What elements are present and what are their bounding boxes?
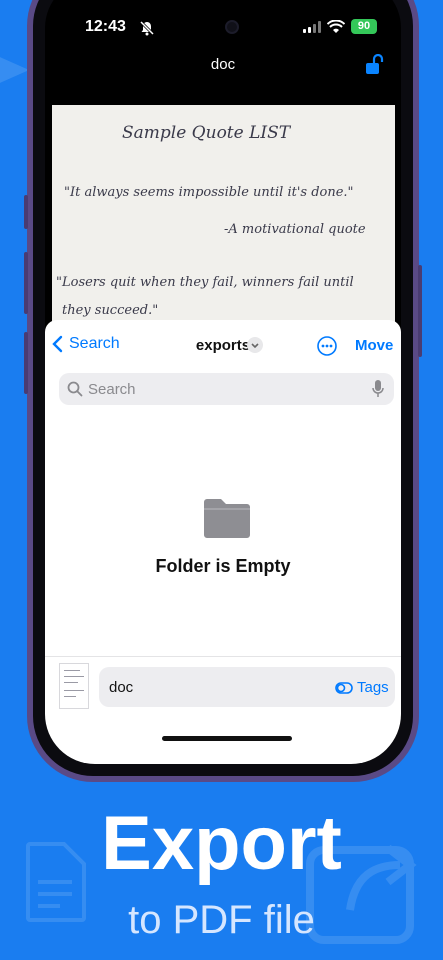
- photo-line: -A motivational quote: [224, 222, 366, 237]
- move-button[interactable]: Move: [355, 337, 393, 354]
- phone-frame: 12:43 90 doc Sample Quote LIST "It alway…: [24, 0, 422, 782]
- signal-icon: [303, 21, 321, 33]
- wifi-icon: [327, 20, 345, 33]
- mute-switch: [24, 195, 28, 229]
- front-camera: [225, 20, 239, 34]
- promo-headline: Export: [101, 801, 342, 886]
- home-indicator: [162, 736, 292, 741]
- volume-up-button: [24, 252, 28, 314]
- chevron-down-icon[interactable]: [247, 337, 263, 353]
- folder-icon: [204, 499, 250, 538]
- unlock-icon[interactable]: [365, 54, 385, 76]
- battery-indicator: 90: [351, 19, 377, 34]
- viewer-title: doc: [210, 56, 236, 73]
- microphone-icon[interactable]: [372, 380, 384, 398]
- file-name-value: doc: [109, 679, 134, 696]
- status-time: 12:43: [85, 18, 126, 35]
- more-options-icon[interactable]: [317, 336, 337, 356]
- search-placeholder: Search: [88, 381, 136, 398]
- promo-subline: to PDF file: [128, 898, 315, 942]
- file-thumbnail: [59, 663, 89, 709]
- photo-line: they succeed.": [62, 303, 159, 318]
- status-bar: 12:43 90: [45, 18, 401, 38]
- search-field[interactable]: Search: [59, 373, 394, 405]
- folder-title[interactable]: exports: [45, 337, 401, 354]
- file-name-field[interactable]: doc Tags: [99, 667, 395, 707]
- photo-line: "It always seems impossible until it's d…: [64, 185, 354, 200]
- tags-button[interactable]: Tags: [335, 679, 389, 696]
- search-icon: [67, 381, 83, 397]
- screen: 12:43 90 doc Sample Quote LIST "It alway…: [45, 0, 401, 764]
- muted-bell-icon: [139, 20, 155, 36]
- photo-line: "Losers quit when they fail, winners fai…: [56, 275, 354, 290]
- photo-line: Sample Quote LIST: [122, 123, 291, 143]
- tags-icon: [335, 681, 353, 694]
- volume-down-button: [24, 332, 28, 394]
- tags-label: Tags: [357, 679, 389, 696]
- power-button: [418, 265, 422, 357]
- save-sheet: Search exports Move Search Folder is Emp…: [45, 320, 401, 764]
- empty-folder-message: Folder is Empty: [155, 556, 291, 576]
- divider: [45, 656, 401, 657]
